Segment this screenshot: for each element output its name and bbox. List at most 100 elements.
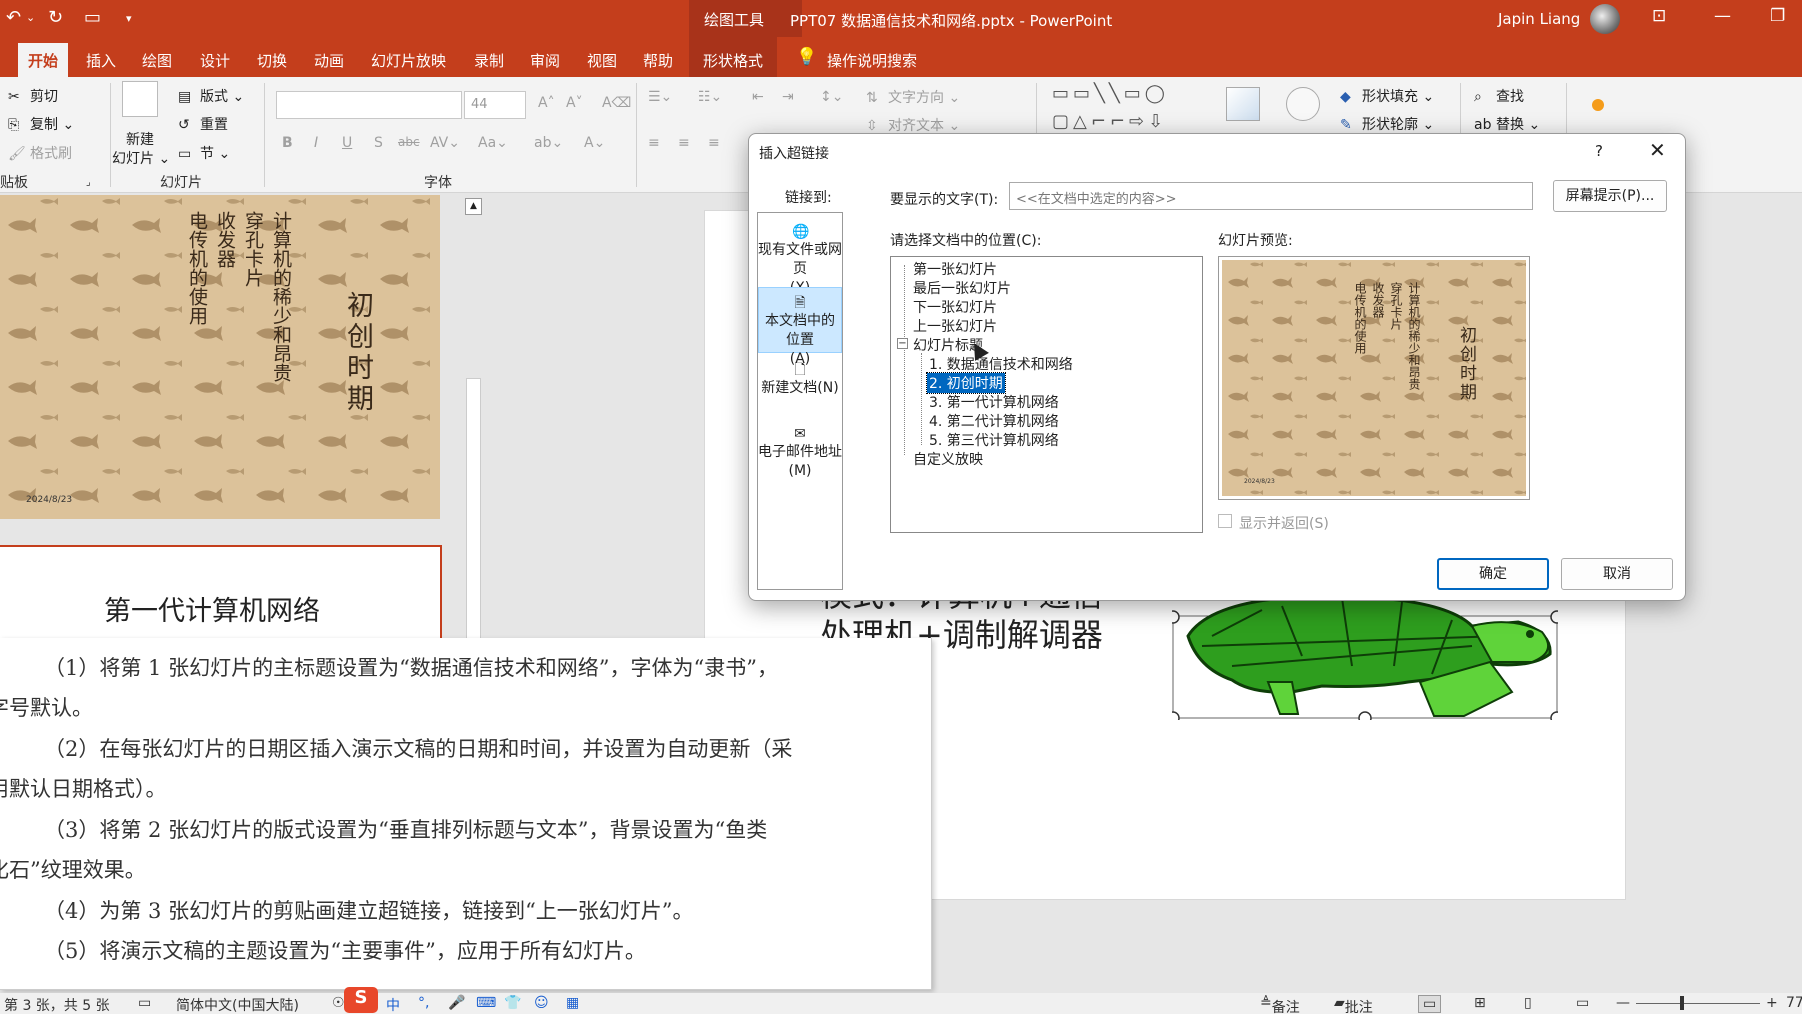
undo-icon[interactable]: ↶: [6, 7, 21, 28]
align-right-icon[interactable]: ≡: [708, 135, 720, 151]
link-new-document[interactable]: 🗋 新建文档(N): [758, 361, 842, 413]
chat-icon[interactable]: ☺: [534, 995, 549, 1011]
undo-dropdown-icon[interactable]: ⌄: [26, 11, 35, 24]
shadow-icon[interactable]: S: [374, 135, 383, 151]
align-text-button[interactable]: ⇳ 对齐文本 ⌄: [866, 115, 960, 135]
format-painter-button[interactable]: 🖌 格式刷: [8, 143, 72, 163]
avatar[interactable]: [1590, 4, 1620, 34]
strikethrough-icon[interactable]: abc: [398, 135, 420, 149]
screentip-button[interactable]: 屏幕提示(P)...: [1553, 180, 1667, 212]
font-size-combo[interactable]: 44: [464, 91, 526, 119]
tree-item-next-slide[interactable]: 下一张幻灯片: [913, 297, 997, 317]
arrange-icon[interactable]: [1226, 87, 1260, 121]
tab-animations[interactable]: 动画: [314, 50, 344, 71]
line-spacing-icon[interactable]: ↕⌄: [820, 89, 843, 105]
ime-mode[interactable]: 中: [386, 995, 400, 1014]
slide-thumbnail-2[interactable]: 初创时期 计算机的稀少和昂贵 穿孔卡片 收发器 电传机的使用 2024/8/23: [0, 195, 440, 519]
bold-icon[interactable]: B: [282, 135, 293, 151]
turtle-clipart[interactable]: [1172, 596, 1558, 720]
notes-icon[interactable]: ▭: [138, 995, 151, 1011]
font-name-combo[interactable]: [276, 91, 462, 119]
shape-outline-button[interactable]: ✎ 形状轮廓 ⌄: [1340, 114, 1434, 134]
replace-button[interactable]: ab 替换 ⌄: [1474, 114, 1540, 134]
text-direction-button[interactable]: ⇅ 文字方向 ⌄: [866, 87, 960, 107]
tab-insert[interactable]: 插入: [86, 50, 116, 71]
increase-indent-icon[interactable]: ⇥: [782, 89, 794, 105]
collapse-icon[interactable]: −: [897, 338, 908, 349]
tab-transitions[interactable]: 切换: [257, 50, 287, 71]
cancel-button[interactable]: 取消: [1561, 558, 1673, 590]
ok-button[interactable]: 确定: [1437, 558, 1549, 590]
italic-icon[interactable]: I: [314, 135, 318, 151]
tab-shape-format[interactable]: 形状格式: [689, 37, 778, 77]
tree-item-previous-slide[interactable]: 上一张幻灯片: [913, 316, 997, 336]
accessibility-icon[interactable]: ☉: [332, 995, 345, 1011]
tree-item-slide-1[interactable]: 1. 数据通信技术和网络: [929, 354, 1073, 374]
reading-view-icon[interactable]: ▯: [1524, 995, 1532, 1011]
align-left-icon[interactable]: ≡: [648, 135, 660, 151]
zoom-slider-thumb[interactable]: [1680, 996, 1684, 1010]
tab-record[interactable]: 录制: [474, 50, 504, 71]
align-center-icon[interactable]: ≡: [678, 135, 690, 151]
zoom-out-icon[interactable]: —: [1616, 995, 1630, 1011]
decrease-font-icon[interactable]: A˅: [566, 95, 583, 111]
change-case-icon[interactable]: Aa⌄: [478, 135, 508, 151]
shape-fill-button[interactable]: ◆ 形状填充 ⌄: [1340, 86, 1434, 106]
redo-icon[interactable]: ↻: [48, 7, 63, 28]
present-icon[interactable]: ▭: [84, 7, 101, 28]
customize-qat-icon[interactable]: ▾: [126, 12, 132, 25]
layout-button[interactable]: ▤ 版式 ⌄: [178, 86, 244, 106]
sogou-ime-icon[interactable]: S: [344, 987, 378, 1013]
ime-punct-icon[interactable]: °,: [418, 995, 429, 1011]
clear-format-icon[interactable]: A⌫: [602, 95, 631, 111]
tree-item-slide-5[interactable]: 5. 第三代计算机网络: [929, 430, 1059, 450]
section-button[interactable]: ▭ 节 ⌄: [178, 143, 230, 163]
minimize-icon[interactable]: —: [1714, 6, 1731, 26]
tab-help[interactable]: 帮助: [643, 50, 673, 71]
quick-styles-icon[interactable]: [1286, 87, 1320, 121]
underline-icon[interactable]: U: [342, 135, 352, 151]
char-spacing-icon[interactable]: AV⌄: [430, 135, 460, 151]
new-slide-label2[interactable]: 幻灯片 ⌄: [112, 148, 170, 168]
decrease-indent-icon[interactable]: ⇤: [752, 89, 764, 105]
tell-me-search[interactable]: 操作说明搜索: [827, 50, 917, 71]
tab-draw[interactable]: 绘图: [142, 50, 172, 71]
zoom-slider[interactable]: [1636, 1003, 1760, 1004]
tree-item-first-slide[interactable]: 第一张幻灯片: [913, 259, 997, 279]
designer-icon[interactable]: [1592, 99, 1604, 111]
restore-icon[interactable]: ❐: [1770, 6, 1785, 26]
help-button[interactable]: ?: [1595, 142, 1603, 160]
user-name[interactable]: Japin Liang: [1498, 10, 1580, 28]
font-color-icon[interactable]: A⌄: [584, 135, 605, 151]
slideshow-icon[interactable]: ▭: [1576, 995, 1589, 1011]
display-text-input[interactable]: <<在文档中选定的内容>>: [1009, 182, 1533, 210]
increase-font-icon[interactable]: A˄: [538, 95, 555, 111]
ribbon-display-icon[interactable]: ⊡: [1652, 6, 1666, 26]
slide-counter[interactable]: 第 3 张，共 5 张: [4, 995, 110, 1014]
tab-review[interactable]: 审阅: [530, 50, 560, 71]
shapes-gallery-row2[interactable]: ▢△⌐⌐⇨⇩: [1052, 111, 1167, 132]
tab-design[interactable]: 设计: [200, 50, 230, 71]
new-slide-icon[interactable]: [122, 81, 158, 117]
place-tree[interactable]: 第一张幻灯片 最后一张幻灯片 下一张幻灯片 上一张幻灯片 − 幻灯片标题 1. …: [890, 256, 1203, 533]
bullets-icon[interactable]: ☰⌄: [648, 89, 672, 105]
link-place-in-document[interactable]: 🗎 本文档中的位置 (A): [758, 287, 842, 367]
find-button[interactable]: ⌕ 查找: [1474, 86, 1524, 106]
highlight-icon[interactable]: ab⌄: [534, 135, 563, 151]
shapes-gallery[interactable]: ▭▭╲╲▭◯: [1052, 83, 1169, 104]
link-email-address[interactable]: ✉ 电子邮件地址 (M): [758, 425, 842, 487]
tree-item-last-slide[interactable]: 最后一张幻灯片: [913, 278, 1011, 298]
tab-slideshow[interactable]: 幻灯片放映: [371, 50, 446, 71]
numbering-icon[interactable]: ☷⌄: [698, 89, 722, 105]
microphone-icon[interactable]: 🎤: [448, 995, 465, 1011]
copy-button[interactable]: ⎘ 复制 ⌄: [8, 114, 74, 134]
scroll-up-icon[interactable]: ▲: [465, 198, 482, 215]
zoom-level[interactable]: 77: [1786, 995, 1802, 1011]
comments-button[interactable]: ▰ 批注: [1334, 995, 1373, 1014]
slide-sorter-icon[interactable]: ⊞: [1474, 995, 1486, 1011]
close-icon[interactable]: ✕: [1649, 138, 1666, 162]
keyboard-icon[interactable]: ⌨: [476, 995, 496, 1011]
tree-item-slide-4[interactable]: 4. 第二代计算机网络: [929, 411, 1059, 431]
tab-home[interactable]: 开始: [18, 43, 69, 77]
zoom-in-icon[interactable]: +: [1766, 995, 1778, 1011]
